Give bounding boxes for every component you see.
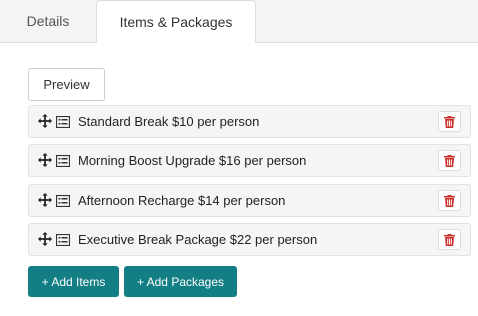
move-icon[interactable]: [38, 114, 52, 128]
trash-icon: [444, 154, 455, 167]
item-label: Morning Boost Upgrade $16 per person: [78, 153, 307, 168]
trash-icon: [444, 115, 455, 128]
item-label: Standard Break $10 per person: [78, 114, 260, 129]
move-icon[interactable]: [38, 232, 52, 246]
list-item: Standard Break $10 per person: [28, 105, 471, 138]
list-icon: [56, 155, 70, 167]
item-label: Executive Break Package $22 per person: [78, 232, 318, 247]
delete-button[interactable]: [438, 111, 461, 132]
add-items-button[interactable]: + Add Items: [28, 266, 119, 297]
tab-items-packages[interactable]: Items & Packages: [96, 0, 256, 43]
add-packages-button[interactable]: + Add Packages: [124, 266, 237, 297]
preview-button[interactable]: Preview: [28, 68, 105, 101]
item-label: Afternoon Recharge $14 per person: [78, 193, 286, 208]
delete-button[interactable]: [438, 190, 461, 211]
list-icon: [56, 116, 70, 128]
trash-icon: [444, 194, 455, 207]
list-icon: [56, 234, 70, 246]
tab-details[interactable]: Details: [0, 0, 96, 42]
trash-icon: [444, 233, 455, 246]
delete-button[interactable]: [438, 150, 461, 171]
move-icon[interactable]: [38, 153, 52, 167]
list-item: Morning Boost Upgrade $16 per person: [28, 144, 471, 177]
delete-button[interactable]: [438, 229, 461, 250]
tab-bar: Details Items & Packages: [0, 0, 478, 43]
list-item: Afternoon Recharge $14 per person: [28, 184, 471, 217]
move-icon[interactable]: [38, 193, 52, 207]
list-item: Executive Break Package $22 per person: [28, 223, 471, 256]
list-icon: [56, 195, 70, 207]
